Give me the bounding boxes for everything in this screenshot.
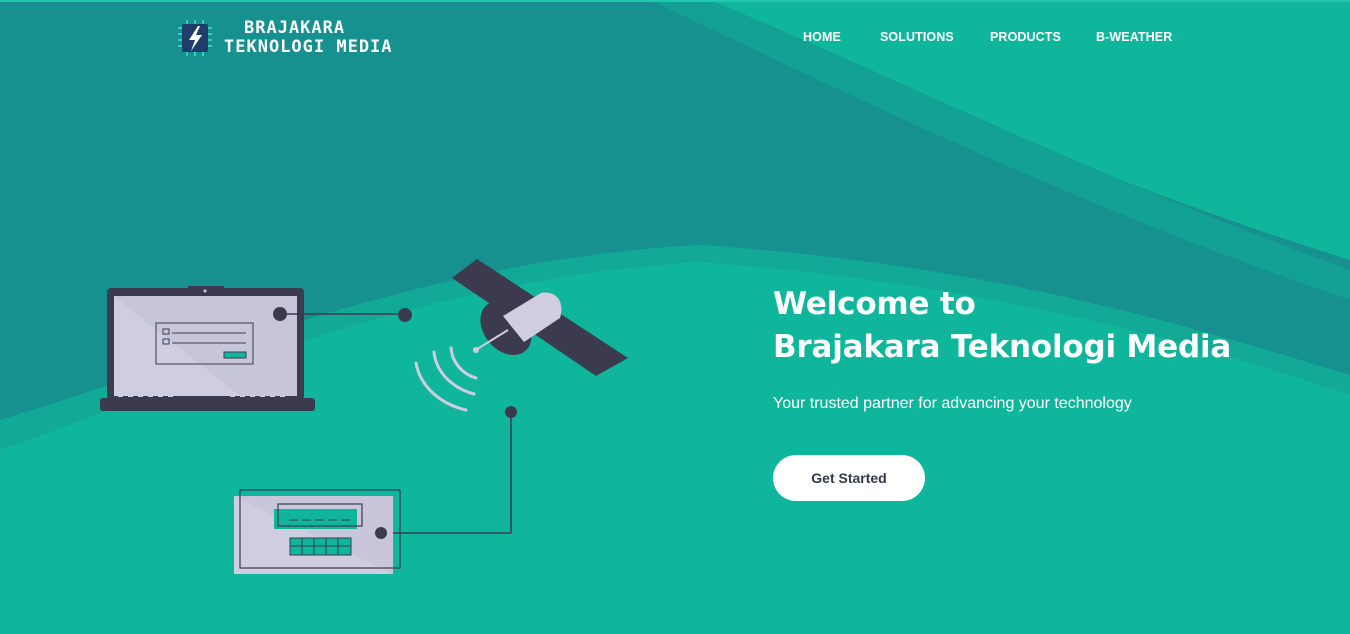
nav-products[interactable]: PRODUCTS <box>990 30 1061 44</box>
main-nav: HOME SOLUTIONS PRODUCTS B-WEATHER <box>0 30 1350 50</box>
terminal-device-icon <box>234 489 401 574</box>
nav-home[interactable]: HOME <box>803 30 841 44</box>
nav-solutions[interactable]: SOLUTIONS <box>880 30 954 44</box>
hero-title-line-1: Welcome to <box>773 286 976 322</box>
hero-subtitle: Your trusted partner for advancing your … <box>773 395 1132 412</box>
get-started-button[interactable]: Get Started <box>773 455 925 501</box>
nav-b-weather[interactable]: B-WEATHER <box>1096 30 1172 44</box>
hero-title-line-2: Brajakara Teknologi Media <box>773 329 1232 365</box>
satellite-icon <box>452 259 628 376</box>
network-illustration <box>100 259 628 574</box>
laptop-icon <box>100 286 315 411</box>
hero-title: Welcome to Brajakara Teknologi Media <box>773 283 1293 369</box>
signal-waves-icon <box>414 346 478 412</box>
hero-section: Welcome to Brajakara Teknologi Media You… <box>773 283 1293 501</box>
